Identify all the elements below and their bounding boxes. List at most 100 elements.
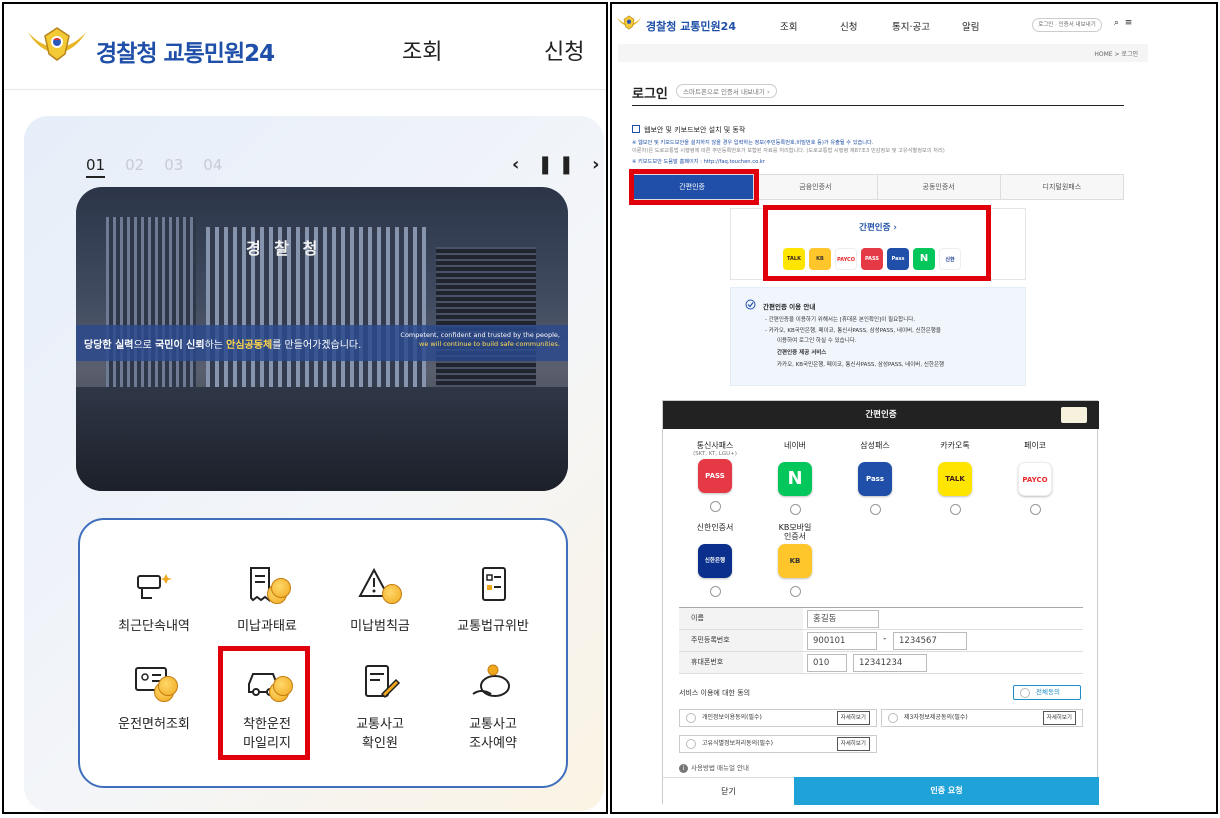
- site-logo-text[interactable]: 경찰청 교통민원24: [646, 18, 736, 34]
- agree-all-button[interactable]: 전체동의: [1013, 685, 1081, 700]
- provider-pass[interactable]: 통신사패스 (SKT, KT, LGU+) PASS: [679, 441, 751, 513]
- security-note-2: 이륜차(은 도로교통법 시행령에 따른 주민등록번호가 포함된 자료를 처리합니…: [632, 148, 945, 154]
- tab-digital-onepass[interactable]: 디지털원패스: [1000, 175, 1123, 199]
- naver-icon: N: [778, 462, 812, 497]
- modal-title: 간편인증: [663, 401, 1099, 429]
- receipt-coin-icon: [245, 566, 291, 606]
- provider-kb[interactable]: KB모바일 인증서 KB: [759, 523, 831, 598]
- search-icon[interactable]: ⌕: [1114, 18, 1119, 28]
- pager-item-2[interactable]: 02: [125, 156, 144, 174]
- menu-icon[interactable]: ≡: [1125, 18, 1133, 28]
- shinhan-icon: 신한: [939, 248, 961, 270]
- tab-joint-cert[interactable]: 공동인증서: [877, 175, 1001, 199]
- provider-payco[interactable]: 페이코 PAYCO: [999, 441, 1071, 516]
- provider-radio[interactable]: [709, 586, 721, 598]
- pager-item-3[interactable]: 03: [164, 156, 183, 174]
- slogan-banner: 당당한 실력으로 국민이 신뢰하는 안심공동체를 만들어가겠습니다. Compe…: [76, 325, 568, 361]
- security-note-1: ※ 웹보안 및 키보드보안을 설치하지 않을 경우 입력하는 정보(주민등록번호…: [632, 140, 874, 146]
- service-good-driving-mileage[interactable]: 착한운전 마일리지: [207, 664, 327, 754]
- consent-radio[interactable]: [686, 713, 696, 723]
- checklist-icon: [471, 566, 515, 606]
- pass-icon: PASS: [861, 248, 883, 270]
- view-detail-button[interactable]: 자세히보기: [836, 711, 870, 725]
- name-field[interactable]: 홍길동: [807, 610, 879, 628]
- header-icons: ⌕ ≡: [1114, 18, 1132, 28]
- payco-icon: PAYCO: [1018, 462, 1052, 497]
- police-emblem-icon: [616, 15, 642, 30]
- slogan-english: Competent, confident and trusted by the …: [400, 331, 560, 348]
- consent-radio[interactable]: [888, 713, 898, 723]
- provider-radio[interactable]: [1029, 504, 1041, 516]
- view-detail-button[interactable]: 자세히보기: [1042, 711, 1076, 725]
- provider-radio[interactable]: [949, 504, 961, 516]
- view-detail-button[interactable]: 자세히보기: [836, 737, 870, 751]
- consent-radio[interactable]: [686, 739, 696, 749]
- provider-naver[interactable]: 네이버 N: [759, 441, 831, 516]
- piggy-bank-icon: [471, 664, 515, 704]
- rrn-back-field[interactable]: 1234567: [893, 632, 967, 650]
- provider-kakaotalk[interactable]: 카카오톡 TALK: [919, 441, 991, 516]
- service-accident-certificate[interactable]: 교통사고 확인원: [320, 664, 440, 754]
- payco-icon: PAYCO: [835, 248, 857, 270]
- usage-manual-link[interactable]: i 사용방법 매뉴얼 안내: [679, 762, 749, 773]
- provider-radio[interactable]: [709, 501, 721, 513]
- security-help-link[interactable]: ※ 키보드보안 도움말 홈페이지 : http://faq.touchen.co…: [632, 159, 765, 166]
- form-row-name: 이름 홍길동: [679, 608, 1083, 630]
- nav-alerts[interactable]: 알림: [962, 19, 979, 33]
- provider-radio[interactable]: [789, 586, 801, 598]
- service-accident-reservation[interactable]: 교통사고 조사예약: [433, 664, 553, 754]
- service-unpaid-penalties[interactable]: 미납범칙금: [320, 566, 440, 637]
- title-divider: [632, 105, 1124, 106]
- nav-lookup[interactable]: 조회: [402, 34, 442, 66]
- rrn-front-field[interactable]: 900101: [807, 632, 877, 650]
- consent-third-party[interactable]: 제3자정보제공동의(필수) 자세히보기: [881, 709, 1083, 727]
- kakao-icon: TALK: [783, 248, 805, 270]
- easy-auth-title[interactable]: 간편인증 ›: [731, 221, 1025, 233]
- samsung-pass-icon: Pass: [887, 248, 909, 270]
- security-checkbox[interactable]: [632, 125, 640, 133]
- phone-number-field[interactable]: 12341234: [853, 654, 927, 672]
- login-export-pill[interactable]: 로그인 · 인증서 내보내기: [1032, 18, 1102, 32]
- provider-samsung-pass[interactable]: 삼성패스 Pass: [839, 441, 911, 516]
- camera-icon: [132, 566, 176, 606]
- police-emblem-icon: [1061, 407, 1087, 423]
- pager-item-1[interactable]: 01: [86, 156, 106, 178]
- building-sign: 경 찰 청: [246, 239, 322, 258]
- service-license-lookup[interactable]: 운전면허조회: [94, 664, 214, 735]
- easy-auth-box[interactable]: 간편인증 › TALK KB PAYCO PASS Pass N 신한: [730, 208, 1026, 280]
- pager-item-4[interactable]: 04: [203, 156, 222, 174]
- warning-coin-icon: [358, 566, 402, 606]
- service-recent-enforcement[interactable]: 최근단속내역: [94, 566, 214, 637]
- breadcrumb: HOME > 로그인: [1094, 51, 1138, 58]
- nav-apply[interactable]: 신청: [544, 34, 584, 66]
- form-row-rrn: 주민등록번호 900101 - 1234567: [679, 630, 1083, 652]
- document-pen-icon: [358, 664, 402, 704]
- site-logo-text[interactable]: 경찰청 교통민원24: [96, 34, 275, 68]
- nav-lookup[interactable]: 조회: [780, 19, 797, 33]
- service-unpaid-fines[interactable]: 미납과태료: [207, 566, 327, 637]
- nav-notice[interactable]: 통지·공고: [892, 19, 930, 33]
- auth-request-button[interactable]: 인증 요청: [794, 777, 1099, 805]
- naver-icon: N: [913, 248, 935, 270]
- mobile-home-screenshot: 경찰청 교통민원24 조회 신청 01 02 03 04 ‹ ❚❚ › 경 찰 청 당…: [2, 2, 608, 814]
- info-icon: i: [679, 764, 688, 773]
- slide-pager: 01 02 03 04: [86, 156, 242, 178]
- mobile-header: 경찰청 교통민원24 조회 신청: [4, 4, 606, 90]
- desktop-header: 경찰청 교통민원24 조회 신청 통지·공고 알림 로그인 · 인증서 내보내기…: [612, 4, 1216, 44]
- consent-unique-id[interactable]: 고유식별정보처리동의(필수) 자세히보기: [679, 735, 877, 753]
- shinhan-icon: 신한은행: [698, 544, 732, 579]
- provider-radio[interactable]: [869, 504, 881, 516]
- provider-radio[interactable]: [789, 504, 801, 516]
- consent-privacy[interactable]: 개인정보이용동의(필수) 자세히보기: [679, 709, 877, 727]
- nav-apply[interactable]: 신청: [840, 19, 857, 33]
- export-cert-link[interactable]: 스마트폰으로 인증서 내보내기 ›: [676, 84, 777, 98]
- tab-financial-cert[interactable]: 금융인증서: [754, 175, 878, 199]
- slide-controls[interactable]: ‹ ❚❚ ›: [512, 154, 606, 175]
- provider-shinhan[interactable]: 신한인증서 신한은행: [679, 523, 751, 598]
- samsung-pass-icon: Pass: [858, 462, 892, 497]
- phone-prefix-select[interactable]: 010: [807, 654, 847, 672]
- service-traffic-violation[interactable]: 교통법규위반: [433, 566, 553, 637]
- tab-easy-auth[interactable]: 간편인증: [631, 175, 755, 199]
- close-button[interactable]: 닫기: [663, 777, 794, 805]
- security-checkbox-label: 웹보안 및 키보드보안 설치 및 동작: [644, 126, 746, 134]
